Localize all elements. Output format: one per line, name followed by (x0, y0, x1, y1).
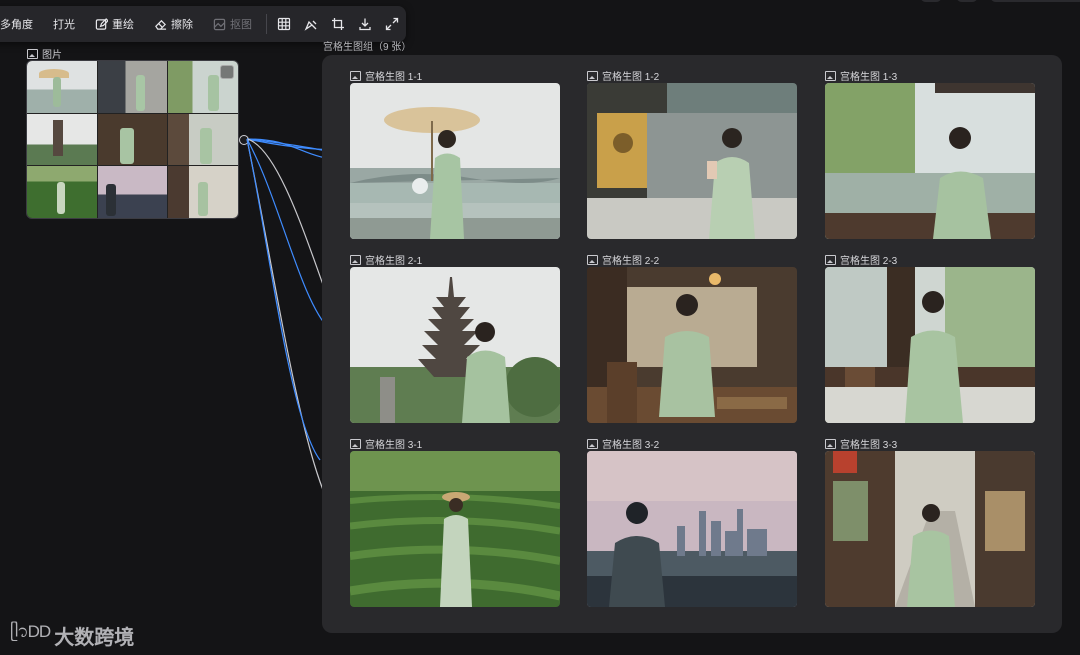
grid-icon (278, 17, 291, 31)
image-icon (27, 48, 38, 59)
cutout-icon (213, 18, 226, 30)
brush-button[interactable] (298, 6, 325, 42)
thumbnail (97, 113, 168, 166)
tile-label-text: 宫格生图 1-1 (365, 72, 423, 83)
tile-label: 宫格生图 1-3 (825, 68, 897, 83)
thumbnail (27, 113, 97, 166)
group-title: 宫格生图组（9 张） (323, 42, 412, 53)
wire (246, 138, 321, 461)
lighting-button[interactable]: 打光 (43, 6, 85, 42)
tile-label-text: 宫格生图 3-3 (840, 440, 898, 451)
tile-label-text: 宫格生图 3-1 (365, 440, 423, 451)
canvas[interactable]: 多角度 打光 重绘 擦除 抠图 图片 宫格生图组（9 张） 宫格生图 1-1 宫… (0, 0, 1080, 655)
topbar-button[interactable] (990, 0, 1080, 2)
thumbnail (168, 166, 238, 218)
generated-image-tile[interactable] (825, 267, 1035, 423)
reeds-railing-image (825, 83, 1035, 239)
image-icon (825, 254, 836, 265)
generated-image-tile[interactable] (350, 83, 560, 239)
tile-label: 宫格生图 2-2 (587, 252, 659, 267)
image-toolbar: 多角度 打光 重绘 擦除 抠图 (0, 6, 406, 42)
image-icon (587, 254, 598, 265)
tile-label: 宫格生图 3-3 (825, 436, 897, 451)
tile-label-text: 宫格生图 1-2 (602, 72, 660, 83)
brush-icon (305, 20, 317, 31)
temple-prayer-image (587, 83, 797, 239)
generated-image-tile[interactable] (825, 451, 1035, 607)
source-node-title: 图片 (42, 50, 62, 61)
tile-label: 宫格生图 3-2 (587, 436, 659, 451)
output-connector-handle[interactable] (239, 135, 249, 145)
tile-label: 宫格生图 1-2 (587, 68, 659, 83)
image-icon (825, 438, 836, 449)
tile-label: 宫格生图 3-1 (350, 436, 422, 451)
thumbnail (97, 61, 168, 113)
download-button[interactable] (352, 6, 379, 42)
image-icon (587, 70, 598, 81)
download-icon (359, 18, 372, 31)
watermark-text: 大数跨境 (54, 626, 135, 649)
image-icon (350, 70, 361, 81)
multi-angle-button[interactable]: 多角度 (0, 6, 43, 42)
lighting-label: 打光 (53, 19, 75, 31)
image-icon (350, 254, 361, 265)
tile-label-text: 宫格生图 3-2 (602, 440, 660, 451)
tile-label-text: 宫格生图 2-2 (602, 256, 660, 267)
tile-label: 宫格生图 2-3 (825, 252, 897, 267)
generated-image-tile[interactable] (350, 267, 560, 423)
multi-angle-label: 多角度 (0, 19, 33, 31)
pagoda-image (350, 267, 560, 423)
generated-image-tile[interactable] (350, 451, 560, 607)
thumbnail (97, 166, 168, 218)
thumbnail (27, 61, 97, 113)
city-skyline-image (587, 451, 797, 607)
crop-icon (332, 18, 345, 30)
cutout-button[interactable]: 抠图 (203, 6, 262, 42)
source-image-node[interactable] (26, 60, 239, 219)
willow-window-image (825, 267, 1035, 423)
fullscreen-icon (386, 17, 399, 31)
tile-label: 宫格生图 1-1 (350, 68, 422, 83)
generated-image-tile[interactable] (587, 451, 797, 607)
umbrella-lake-image (350, 83, 560, 239)
tile-label-text: 宫格生图 2-3 (840, 256, 898, 267)
tea-house-image (587, 267, 797, 423)
wire (246, 138, 331, 331)
select-checkbox[interactable] (220, 65, 234, 79)
thumbnail (27, 166, 97, 218)
eraser-icon (155, 19, 167, 30)
source-thumbnail-grid (27, 61, 238, 218)
toolbar-divider (266, 14, 267, 34)
tea-field-image (350, 451, 560, 607)
watermark-logo: ᥫ᭡DD (10, 622, 51, 641)
fullscreen-button[interactable] (379, 6, 406, 42)
redraw-label: 重绘 (112, 19, 134, 31)
redraw-icon (95, 17, 108, 30)
generated-image-tile[interactable] (825, 83, 1035, 239)
generated-image-tile[interactable] (587, 267, 797, 423)
generated-image-tile[interactable] (587, 83, 797, 239)
image-icon (825, 70, 836, 81)
tile-label-text: 宫格生图 2-1 (365, 256, 423, 267)
image-icon (350, 438, 361, 449)
crop-button[interactable] (325, 6, 352, 42)
grid-button[interactable] (271, 6, 298, 42)
topbar-button[interactable] (920, 0, 942, 2)
image-icon (587, 438, 598, 449)
cutout-label: 抠图 (230, 19, 252, 31)
eraser-button[interactable]: 擦除 (144, 6, 203, 42)
thumbnail (168, 113, 238, 166)
tile-label: 宫格生图 2-1 (350, 252, 422, 267)
watermark: ᥫ᭡DD 大数跨境 (10, 620, 134, 650)
redraw-button[interactable]: 重绘 (85, 6, 144, 42)
eraser-label: 擦除 (171, 19, 193, 31)
tile-label-text: 宫格生图 1-3 (840, 72, 898, 83)
old-street-image (825, 451, 1035, 607)
topbar-button[interactable] (956, 0, 978, 2)
source-node-label: 图片 (27, 46, 62, 61)
